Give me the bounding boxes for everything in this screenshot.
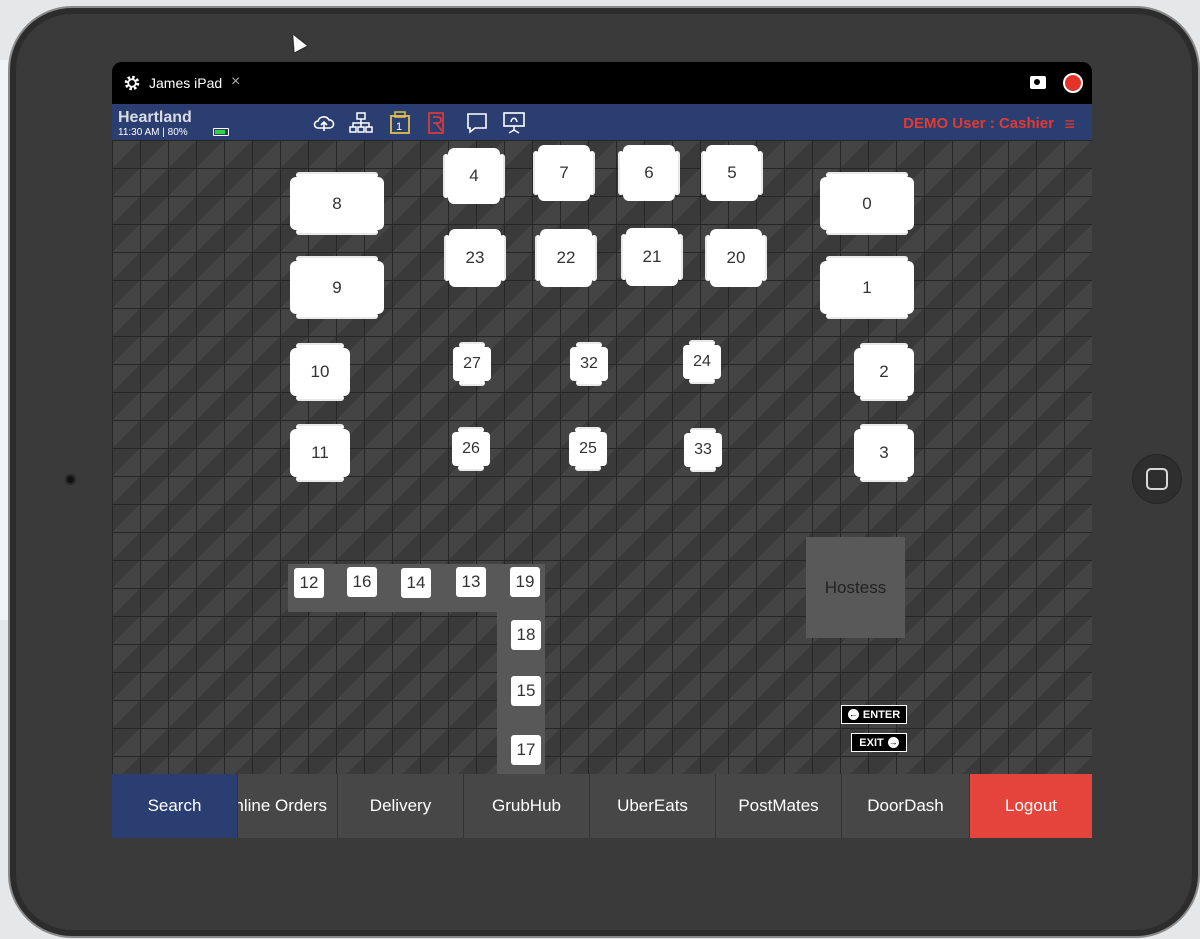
bar-seat-12[interactable]: 12	[294, 568, 324, 598]
logout-button[interactable]: Logout	[970, 774, 1092, 838]
table-25[interactable]: 25	[569, 427, 607, 471]
table-20[interactable]: 20	[705, 229, 767, 287]
bar-seat-14[interactable]: 14	[401, 568, 431, 598]
table-24[interactable]: 24	[683, 340, 721, 384]
register-count: 1	[396, 121, 403, 133]
gift-card-icon[interactable]	[426, 111, 450, 135]
table-21[interactable]: 21	[621, 228, 683, 286]
floor-plan: 4 7 6 5 8 0 23 22 21 20 9 1 10 27 32 24 …	[112, 140, 1092, 774]
arrow-right-icon: →	[887, 737, 899, 748]
bottom-action-bar: Search nline Orders Delivery GrubHub Ube…	[112, 774, 1092, 838]
bar-seat-18[interactable]: 18	[511, 620, 541, 650]
table-3[interactable]: 3	[854, 424, 914, 482]
table-23[interactable]: 23	[444, 229, 506, 287]
battery-icon	[213, 128, 229, 136]
status-time: 11:30 AM	[118, 127, 160, 138]
table-10[interactable]: 10	[290, 343, 350, 401]
user-role-label[interactable]: DEMO User : Cashier	[903, 115, 1054, 132]
kds-icon[interactable]	[502, 111, 526, 135]
table-26[interactable]: 26	[452, 427, 490, 471]
hostess-stand[interactable]: Hostess	[806, 537, 905, 638]
exit-label: EXIT	[859, 736, 884, 749]
home-square-icon	[1146, 468, 1168, 490]
status-line: 11:30 AM | 80%	[118, 127, 188, 138]
ubereats-button[interactable]: UberEats	[590, 774, 716, 838]
postmates-button[interactable]: PostMates	[716, 774, 842, 838]
bar-seat-17[interactable]: 17	[511, 735, 541, 765]
bar-seat-16[interactable]: 16	[347, 567, 377, 597]
doordash-button[interactable]: DoorDash	[842, 774, 970, 838]
camera-icon[interactable]	[1030, 76, 1046, 89]
enter-label: ENTER	[862, 708, 901, 721]
table-6[interactable]: 6	[618, 145, 680, 201]
table-5[interactable]: 5	[701, 145, 763, 201]
search-button[interactable]: Search	[112, 774, 238, 838]
arrow-left-icon: ←	[847, 709, 859, 720]
table-4[interactable]: 4	[443, 148, 505, 204]
hamburger-menu-icon[interactable]: ≡	[1064, 114, 1075, 135]
table-27[interactable]: 27	[453, 342, 491, 386]
table-11[interactable]: 11	[290, 424, 350, 482]
table-9[interactable]: 9	[290, 256, 384, 319]
grubhub-button[interactable]: GrubHub	[464, 774, 590, 838]
table-2[interactable]: 2	[854, 343, 914, 401]
app-header: Heartland 11:30 AM | 80% 1 DEMO User: C…	[112, 104, 1092, 140]
gear-icon[interactable]	[122, 73, 142, 93]
front-camera	[65, 474, 76, 485]
bar-seat-15[interactable]: 15	[511, 676, 541, 706]
home-button[interactable]	[1132, 454, 1182, 504]
brand-logo: Heartland	[118, 109, 192, 126]
bar-seat-13[interactable]: 13	[456, 567, 486, 597]
online-orders-button[interactable]: nline Orders	[238, 774, 338, 838]
record-icon[interactable]	[1063, 73, 1083, 93]
remote-session-bar: James iPad ×	[112, 62, 1092, 104]
table-1[interactable]: 1	[820, 256, 914, 319]
table-32[interactable]: 32	[570, 342, 608, 386]
table-22[interactable]: 22	[535, 229, 597, 287]
cloud-upload-icon[interactable]	[312, 111, 336, 135]
table-8[interactable]: 8	[290, 172, 384, 235]
enter-sign: ← ENTER	[841, 705, 907, 724]
delivery-button[interactable]: Delivery	[338, 774, 464, 838]
bar-seat-19[interactable]: 19	[510, 567, 540, 597]
table-7[interactable]: 7	[533, 145, 595, 201]
table-0[interactable]: 0	[820, 172, 914, 235]
session-title: James iPad	[149, 75, 223, 91]
battery-percent: 80%	[167, 127, 188, 138]
exit-sign: EXIT →	[851, 733, 907, 752]
network-icon[interactable]	[349, 111, 373, 135]
chat-icon[interactable]	[465, 111, 489, 135]
table-33[interactable]: 33	[684, 428, 722, 472]
app-screen: James iPad × Heartland 11:30 AM | 80% 1	[112, 62, 1092, 838]
close-session-icon[interactable]: ×	[231, 73, 240, 91]
